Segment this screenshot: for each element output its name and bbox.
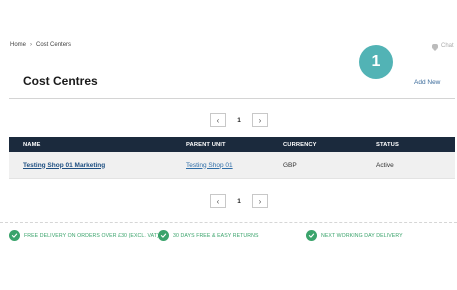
column-header-currency: CURRENCY <box>283 141 317 148</box>
usp-text: FREE DELIVERY ON ORDERS OVER £30 (EXCL. … <box>24 232 159 239</box>
breadcrumb: Home › Cost Centers <box>10 42 71 48</box>
page-title: Cost Centres <box>23 74 98 88</box>
cost-centres-table: NAME PARENT UNIT CURRENCY STATUS Testing… <box>9 137 455 179</box>
status-cell: Active <box>376 161 394 169</box>
breadcrumb-home-link[interactable]: Home <box>10 42 26 48</box>
pagination-bottom: ‹ 1 › <box>210 194 268 208</box>
usp-item: FREE DELIVERY ON ORDERS OVER £30 (EXCL. … <box>9 230 159 241</box>
add-new-link[interactable]: Add New <box>414 79 440 86</box>
chevron-right-icon: › <box>258 196 262 206</box>
chevron-left-icon: ‹ <box>216 196 220 206</box>
chevron-left-icon: ‹ <box>216 115 220 125</box>
current-page-number[interactable]: 1 <box>234 198 244 205</box>
currency-cell: GBP <box>283 161 297 169</box>
step-number-badge: 1 <box>359 45 393 79</box>
chevron-right-icon: › <box>258 115 262 125</box>
title-divider <box>9 98 455 99</box>
usp-text: NEXT WORKING DAY DELIVERY <box>321 232 403 239</box>
usp-item: 30 DAYS FREE & EASY RETURNS <box>158 230 259 241</box>
usp-text: 30 DAYS FREE & EASY RETURNS <box>173 232 259 239</box>
check-circle-icon <box>158 230 169 241</box>
column-header-status: STATUS <box>376 141 399 148</box>
footer-divider <box>0 222 457 223</box>
chat-link[interactable]: Chat <box>432 43 454 51</box>
previous-page-button[interactable]: ‹ <box>210 194 226 208</box>
breadcrumb-separator: › <box>30 42 33 48</box>
column-header-parent-unit: PARENT UNIT <box>186 141 226 148</box>
breadcrumb-current: Cost Centers <box>36 42 72 48</box>
usp-item: NEXT WORKING DAY DELIVERY <box>306 230 403 241</box>
table-row: Testing Shop 01 Marketing Testing Shop 0… <box>9 152 455 179</box>
check-circle-icon <box>9 230 20 241</box>
pagination-top: ‹ 1 › <box>210 113 268 127</box>
current-page-number[interactable]: 1 <box>234 117 244 124</box>
check-circle-icon <box>306 230 317 241</box>
column-header-name: NAME <box>23 141 41 148</box>
table-header-row: NAME PARENT UNIT CURRENCY STATUS <box>9 137 455 152</box>
cost-centre-name-link[interactable]: Testing Shop 01 Marketing <box>23 162 105 169</box>
usp-bar: FREE DELIVERY ON ORDERS OVER £30 (EXCL. … <box>0 230 457 244</box>
next-page-button[interactable]: › <box>252 113 268 127</box>
next-page-button[interactable]: › <box>252 194 268 208</box>
chat-label: Chat <box>441 43 454 49</box>
chat-bubble-icon <box>432 43 438 51</box>
parent-unit-link[interactable]: Testing Shop 01 <box>186 162 233 169</box>
previous-page-button[interactable]: ‹ <box>210 113 226 127</box>
